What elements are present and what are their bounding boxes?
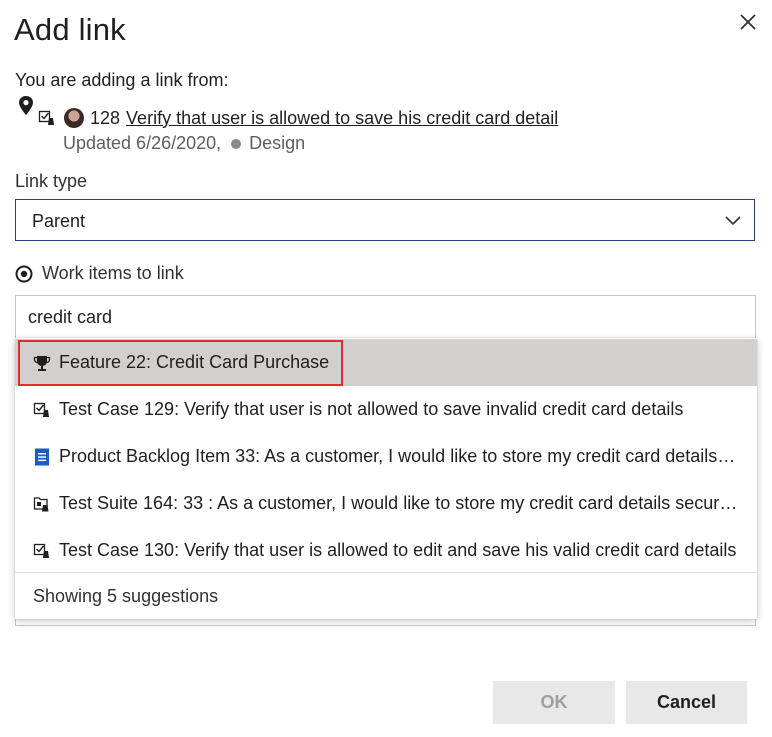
test-case-icon	[32, 400, 52, 420]
link-type-dropdown[interactable]: Parent	[15, 199, 755, 241]
work-item-search-input[interactable]	[15, 295, 756, 338]
dropdown-divider	[15, 572, 757, 573]
link-type-label: Link type	[15, 171, 88, 191]
state-dot-icon	[231, 138, 242, 149]
source-title-link[interactable]: Verify that user is allowed to save his …	[126, 108, 558, 129]
dialog-title: Add link	[14, 12, 126, 47]
cancel-button[interactable]: Cancel	[626, 681, 747, 724]
backlog-item-icon	[32, 447, 52, 467]
suggestion-text: Test Case 130: Verify that user is allow…	[59, 540, 737, 560]
location-pin-icon	[17, 95, 35, 117]
suggestions-dropdown: Feature 22: Credit Card Purchase Test Ca…	[15, 338, 757, 619]
source-id: 128	[90, 107, 121, 128]
suggestion-item[interactable]: Product Backlog Item 33: As a customer, …	[15, 433, 757, 480]
from-label: You are adding a link from:	[15, 70, 229, 90]
suggestion-text: Feature 22: Credit Card Purchase	[59, 352, 330, 372]
suggestion-text: Test Suite 164: 33 : As a customer, I wo…	[59, 493, 739, 513]
trophy-icon	[32, 353, 52, 373]
close-icon	[740, 14, 756, 30]
source-meta: Updated 6/26/2020, Design	[63, 133, 305, 154]
ok-button[interactable]: OK	[493, 681, 615, 724]
test-case-icon	[38, 109, 56, 127]
state-label: Design	[249, 133, 306, 153]
chevron-down-icon	[725, 216, 741, 226]
suggestion-text: Product Backlog Item 33: As a customer, …	[59, 446, 739, 466]
test-suite-icon	[32, 494, 52, 514]
suggestion-text: Test Case 129: Verify that user is not a…	[59, 399, 684, 419]
close-button[interactable]	[733, 8, 763, 38]
work-items-label: Work items to link	[42, 263, 184, 283]
suggestion-item[interactable]: Test Suite 164: 33 : As a customer, I wo…	[15, 480, 757, 527]
updated-date: Updated 6/26/2020,	[63, 133, 222, 153]
test-case-icon	[32, 541, 52, 561]
suggestion-item[interactable]: Test Case 130: Verify that user is allow…	[15, 527, 757, 574]
avatar	[64, 108, 84, 128]
source-work-item: 128 Verify that user is allowed to save …	[38, 105, 558, 131]
suggestions-count: Showing 5 suggestions	[33, 586, 219, 606]
suggestion-item[interactable]: Feature 22: Credit Card Purchase	[15, 339, 757, 386]
work-items-header: Work items to link	[15, 263, 184, 284]
suggestion-item[interactable]: Test Case 129: Verify that user is not a…	[15, 386, 757, 433]
link-type-value: Parent	[32, 211, 86, 231]
target-icon	[15, 265, 33, 282]
